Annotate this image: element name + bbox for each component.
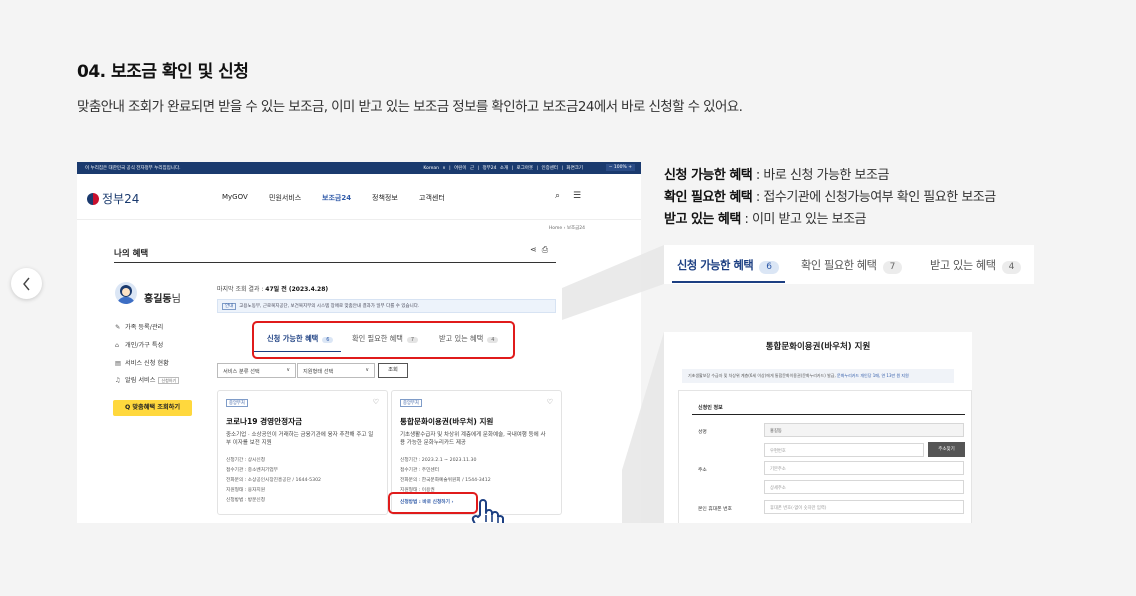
card-info: 지원형태 : 융자지원	[226, 488, 266, 493]
system-notice: 안내 고용노동부, 근로복지공단, 보건복지부의 시스템 장애로 맞춤안내 결과가…	[217, 299, 556, 313]
menu-civil-service[interactable]: 민원서비스	[269, 193, 301, 203]
tab-check-required-benefits[interactable]: 확인 필요한 혜택 7	[801, 257, 902, 274]
site-logo[interactable]: 정부24	[87, 190, 139, 207]
card-title: 코로나19 경영안정자금	[226, 417, 303, 426]
menu-mygov[interactable]: MyGOV	[222, 193, 248, 201]
find-address-button[interactable]: 주소찾기	[928, 442, 965, 457]
bell-icon: ♫	[115, 377, 121, 384]
alert-apply-tag[interactable]: 신청하기	[158, 377, 180, 384]
search-button[interactable]: 조회	[378, 363, 408, 378]
zoom-control[interactable]: − 100% +	[605, 164, 635, 171]
card-info: 신청기간 : 2023.2.1 ~ 2023.11.30	[400, 458, 477, 463]
sidebar-item-family[interactable]: ✎ 가족 등록/관리	[115, 322, 163, 331]
sidebar-item-household[interactable]: ⌂ 개인/가구 특성	[115, 340, 163, 349]
address-label: 주소	[698, 468, 707, 473]
address-detail-field[interactable]: 상세주소	[764, 480, 964, 494]
legend-available: 신청 가능한 혜택 : 바로 신청 가능한 보조금	[664, 168, 889, 183]
legend-check-required: 확인 필요한 혜택 : 접수기관에 신청가능여부 확인 필요한 보조금	[664, 190, 996, 205]
card-info: 신청방법 : 방문신청	[226, 498, 266, 503]
category-select[interactable]: 서비스 분류 선택 ∨	[217, 363, 296, 378]
phone-field[interactable]: 휴대폰 번호(-없이 숫자만 입력)	[764, 500, 964, 514]
card-badge: 중앙부처	[226, 399, 248, 407]
card-info: 신청기간 : 상시신청	[226, 458, 266, 463]
zoomed-benefit-tabs: 신청 가능한 혜택 6 확인 필요한 혜택 7 받고 있는 혜택 4	[664, 245, 1034, 284]
card-info: 접수기관 : 중소벤처기업부	[226, 468, 278, 473]
pencil-icon: ✎	[115, 324, 121, 331]
benefit-card[interactable]: 중앙부처 ♡ 코로나19 경영안정자금 중소기업 · 소상공인이 거래하는 금융…	[217, 390, 388, 515]
phone-label: 본인 휴대폰 번호	[698, 507, 732, 512]
address-basic-field[interactable]: 기본주소	[764, 461, 964, 475]
chevron-left-icon	[22, 277, 30, 290]
gov-topbar: 이 누리집은 대한민국 공식 전자정부 누리집입니다. Korean ∨ | 어…	[77, 162, 641, 174]
application-detail-preview: 통합문화이용권(바우처) 지원 기초생활보장 수급자 및 차상위 계층(6세 이…	[664, 332, 972, 523]
postcode-field[interactable]: 우편번호	[764, 443, 924, 457]
legend-receiving: 받고 있는 혜택 : 이미 받고 있는 보조금	[664, 212, 867, 227]
card-info: 전화문의 : 소상공인시장진흥공단 / 1644-5302	[226, 478, 322, 483]
menu-customer-center[interactable]: 고객센터	[419, 193, 445, 203]
tab-available-benefits[interactable]: 신청 가능한 혜택 6	[677, 257, 779, 274]
active-tab-underline	[672, 281, 785, 283]
zoom-connector	[562, 245, 664, 523]
hamburger-menu-icon[interactable]: ☰	[573, 191, 581, 201]
tabs-highlight-box	[252, 321, 515, 359]
logo-mark-icon	[87, 192, 99, 205]
name-field: 홍길동	[764, 423, 964, 437]
lookup-benefits-button[interactable]: Q 맞춤혜택 조회하기	[113, 400, 192, 416]
hand-cursor-icon	[471, 499, 504, 523]
gov-notice: 이 누리집은 대한민국 공식 전자정부 누리집입니다.	[85, 166, 181, 171]
card-description: 중소기업 · 소상공인이 거래하는 금융기관에 융자 추천해 주고 일부 이자를…	[226, 432, 374, 446]
document-icon: ▤	[115, 360, 121, 367]
avatar	[115, 282, 137, 304]
section-title: 04. 보조금 확인 및 신청	[77, 62, 249, 82]
card-info: 접수기관 : 주민센터	[400, 468, 440, 473]
divider	[114, 262, 556, 263]
sidebar-item-alert[interactable]: ♫ 알림 서비스 신청하기	[115, 375, 180, 384]
chevron-down-icon: ∨	[286, 367, 290, 373]
card-badge: 중앙부처	[400, 399, 422, 407]
menu-policy[interactable]: 정책정보	[372, 193, 398, 203]
applicant-section-title: 신청인 정보	[698, 405, 723, 411]
page-title: 나의 혜택	[114, 249, 149, 259]
card-info: 전화문의 : 한국문화예술위원회 / 1544-3412	[400, 478, 491, 483]
chevron-down-icon: ∨	[365, 367, 369, 373]
support-type-select[interactable]: 지원형태 선택 ∨	[297, 363, 375, 378]
house-icon: ⌂	[115, 342, 119, 349]
name-label: 성명	[698, 430, 707, 435]
heart-icon[interactable]: ♡	[373, 398, 379, 406]
carousel-prev-button[interactable]	[11, 268, 42, 299]
apply-highlight-box	[388, 492, 478, 514]
global-nav: 정부24 MyGOV 민원서비스 보조금24 정책정보 고객센터 ⌕ ☰	[77, 174, 641, 220]
detail-notice: 기초생활보장 수급자 및 차상위 계층(6세 이상)에게 통합문화이용권(문화누…	[682, 369, 954, 383]
card-description: 기초생활수급자 및 차상위 계층에게 문화예술, 국내여행 등에 사용 가능한 …	[400, 432, 546, 446]
card-title: 통합문화이용권(바우처) 지원	[400, 417, 494, 426]
section-description: 맞춤안내 조회가 완료되면 받을 수 있는 보조금, 이미 받고 있는 보조금 …	[77, 99, 743, 115]
divider	[692, 414, 965, 415]
detail-title: 통합문화이용권(바우처) 지원	[765, 342, 871, 352]
tab-receiving-benefits[interactable]: 받고 있는 혜택 4	[930, 257, 1021, 274]
user-name: 홍길동님	[144, 294, 181, 305]
last-lookup-result: 마지막 조회 결과 : 47일 전 (2023.4.28)	[217, 286, 329, 293]
sidebar-item-application-status[interactable]: ▤ 서비스 신청 현황	[115, 358, 169, 367]
search-icon[interactable]: ⌕	[555, 191, 560, 201]
menu-subsidy24[interactable]: 보조금24	[322, 193, 351, 203]
topbar-links[interactable]: Korean ∨ | 어린이 근 | 정부24 소개 | 로그아웃 | 인증센터…	[423, 165, 583, 171]
